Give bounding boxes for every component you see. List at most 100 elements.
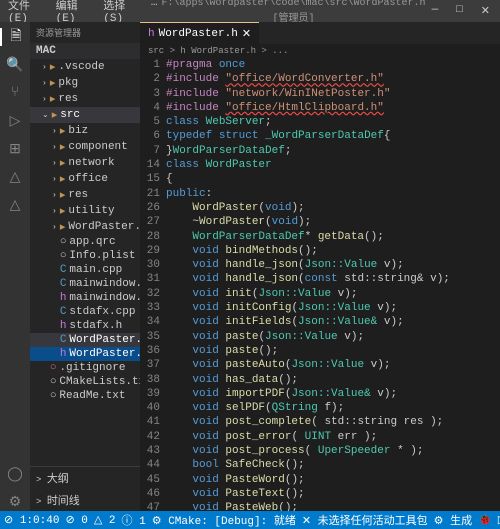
code-content[interactable]: #pragma once#include "office/WordConvert…: [166, 58, 486, 511]
file-icon: ○: [50, 362, 57, 374]
tree-item-res[interactable]: ›▸res: [30, 187, 140, 203]
tree-label: stdafx.h: [69, 320, 122, 332]
tree-item-WordPaster-h[interactable]: hWordPaster.h2: [30, 347, 140, 361]
close-icon[interactable]: ✕: [242, 27, 251, 41]
sidebar-title: 资源管理器: [30, 22, 140, 43]
tree-item-app-qrc[interactable]: ○app.qrc: [30, 235, 140, 249]
tree-label: WordPaster.xcodeproj: [68, 221, 140, 233]
file-icon: ▸: [60, 220, 66, 234]
status-errors[interactable]: ⊘ 0: [65, 513, 87, 527]
tree-label: pkg: [58, 77, 78, 89]
tree-item-CMakeLists-txt[interactable]: ○CMakeLists.txt: [30, 375, 140, 389]
window-title: F:\apps\wordpaster\code\mac\src\WordPast…: [162, 0, 426, 25]
status-debug[interactable]: 🐞: [478, 513, 492, 527]
account-icon[interactable]: ◯: [6, 465, 24, 483]
scm-icon[interactable]: ⑂: [6, 84, 24, 102]
test-icon[interactable]: △: [6, 168, 24, 186]
file-icon: h: [148, 28, 155, 40]
file-icon: ▸: [60, 140, 66, 154]
file-icon: h: [60, 320, 67, 332]
tree-label: stdafx.cpp: [69, 306, 135, 318]
extensions-icon[interactable]: ⊞: [6, 140, 24, 158]
file-icon: ▸: [60, 204, 66, 218]
chevron-icon: ›: [52, 175, 57, 184]
minimap[interactable]: [486, 58, 500, 511]
tree-label: .gitignore: [59, 362, 125, 374]
tree-item-network[interactable]: ›▸network: [30, 155, 140, 171]
status-warnings[interactable]: △ 2: [94, 513, 116, 527]
file-icon: ○: [60, 250, 67, 262]
file-icon: C: [60, 264, 67, 276]
file-icon: C: [60, 306, 67, 318]
window-maximize[interactable]: □: [450, 2, 469, 20]
file-icon: ○: [60, 236, 67, 248]
tree-label: res: [68, 189, 88, 201]
sidebar-root[interactable]: MAC: [30, 43, 140, 59]
tree-item-office[interactable]: ›▸office: [30, 171, 140, 187]
file-icon: ▸: [50, 92, 56, 106]
window-close[interactable]: ✕: [475, 2, 496, 20]
tree-item--gitignore[interactable]: ○.gitignore: [30, 361, 140, 375]
settings-icon[interactable]: ⚙: [6, 493, 24, 511]
tree-item-component[interactable]: ›▸component: [30, 139, 140, 155]
tree-label: WordPaster.h: [69, 348, 140, 360]
tree-item--vscode[interactable]: ›▸.vscode: [30, 59, 140, 75]
tree-label: main.cpp: [69, 264, 122, 276]
status-build[interactable]: ⚙ 生成: [434, 512, 472, 528]
file-icon: ▸: [60, 188, 66, 202]
file-icon: h: [60, 292, 67, 304]
tree-item-biz[interactable]: ›▸biz: [30, 123, 140, 139]
tree-item-ReadMe-txt[interactable]: ○ReadMe.txt: [30, 389, 140, 403]
tree-item-WordPaster-cpp[interactable]: CWordPaster.cpp: [30, 333, 140, 347]
file-icon: h: [60, 348, 67, 360]
tree-item-res[interactable]: ›▸res: [30, 91, 140, 107]
chevron-icon: ›: [52, 223, 57, 232]
statusbar: ⊘ 1:0:40 ⊘ 0 △ 2 ⓘ 1 ⚙ CMake: [Debug]: 就…: [0, 511, 500, 529]
tree-item-src[interactable]: ⌄▸src: [30, 107, 140, 123]
breadcrumb[interactable]: src > h WordPaster.h > ...: [140, 44, 500, 58]
tree-label: office: [68, 173, 108, 185]
tree-item-Info-plist[interactable]: ○Info.plist: [30, 249, 140, 263]
file-icon: ▸: [60, 172, 66, 186]
tree-label: mainwindow.cpp: [69, 278, 140, 290]
run-icon[interactable]: ▷: [6, 112, 24, 130]
tree-item-main-cpp[interactable]: Cmain.cpp: [30, 263, 140, 277]
chevron-icon: ›: [52, 207, 57, 216]
tree-label: component: [68, 141, 127, 153]
tab-bar: h WordPaster.h ✕: [140, 22, 500, 44]
tree-item-stdafx-cpp[interactable]: Cstdafx.cpp: [30, 305, 140, 319]
cmake-icon[interactable]: △: [6, 196, 24, 214]
status-cmake[interactable]: ⚙ CMake: [Debug]: 就绪: [152, 512, 296, 528]
file-icon: ○: [50, 376, 57, 388]
tree-label: res: [58, 93, 78, 105]
tree-item-utility[interactable]: ›▸utility: [30, 203, 140, 219]
file-icon: ○: [50, 390, 57, 402]
tree-label: CMakeLists.txt: [59, 376, 140, 388]
tree-item-pkg[interactable]: ›▸pkg: [30, 75, 140, 91]
file-icon: ▸: [60, 156, 66, 170]
line-numbers: 1234567141521262728293031323334353637383…: [140, 58, 166, 511]
outline-section[interactable]: > 大纲: [30, 467, 140, 489]
sidebar: 资源管理器 MAC ›▸.vscode›▸pkg›▸res⌄▸src›▸biz›…: [30, 22, 140, 511]
tree-item-mainwindow-cpp[interactable]: Cmainwindow.cpp: [30, 277, 140, 291]
file-icon: ▸: [50, 60, 56, 74]
explorer-icon[interactable]: 🗎: [0, 28, 30, 46]
file-icon: ▸: [50, 76, 56, 90]
status-info[interactable]: ⓘ 1: [122, 512, 146, 528]
file-icon: C: [60, 278, 67, 290]
tree-item-stdafx-h[interactable]: hstdafx.h: [30, 319, 140, 333]
activity-bar: 🗎 🔍 ⑂ ▷ ⊞ △ △ ◯ ⚙: [0, 22, 30, 511]
status-kit[interactable]: ✕ 未选择任何活动工具包: [302, 512, 428, 528]
file-icon: ▸: [60, 124, 66, 138]
tree-label: src: [60, 109, 80, 121]
timeline-section[interactable]: > 时间线: [30, 489, 140, 511]
tree-item-WordPaster-xcodeproj[interactable]: ›▸WordPaster.xcodeproj: [30, 219, 140, 235]
tab-wordpaster-h[interactable]: h WordPaster.h ✕: [140, 22, 259, 44]
chevron-icon: ›: [52, 159, 57, 168]
search-icon[interactable]: 🔍: [6, 56, 24, 74]
tree-item-mainwindow-h[interactable]: hmainwindow.h: [30, 291, 140, 305]
status-ratio[interactable]: ⊘ 1:0:40: [4, 513, 59, 527]
tree-label: utility: [68, 205, 114, 217]
chevron-icon: ›: [42, 63, 47, 72]
window-minimize[interactable]: —: [426, 2, 445, 20]
